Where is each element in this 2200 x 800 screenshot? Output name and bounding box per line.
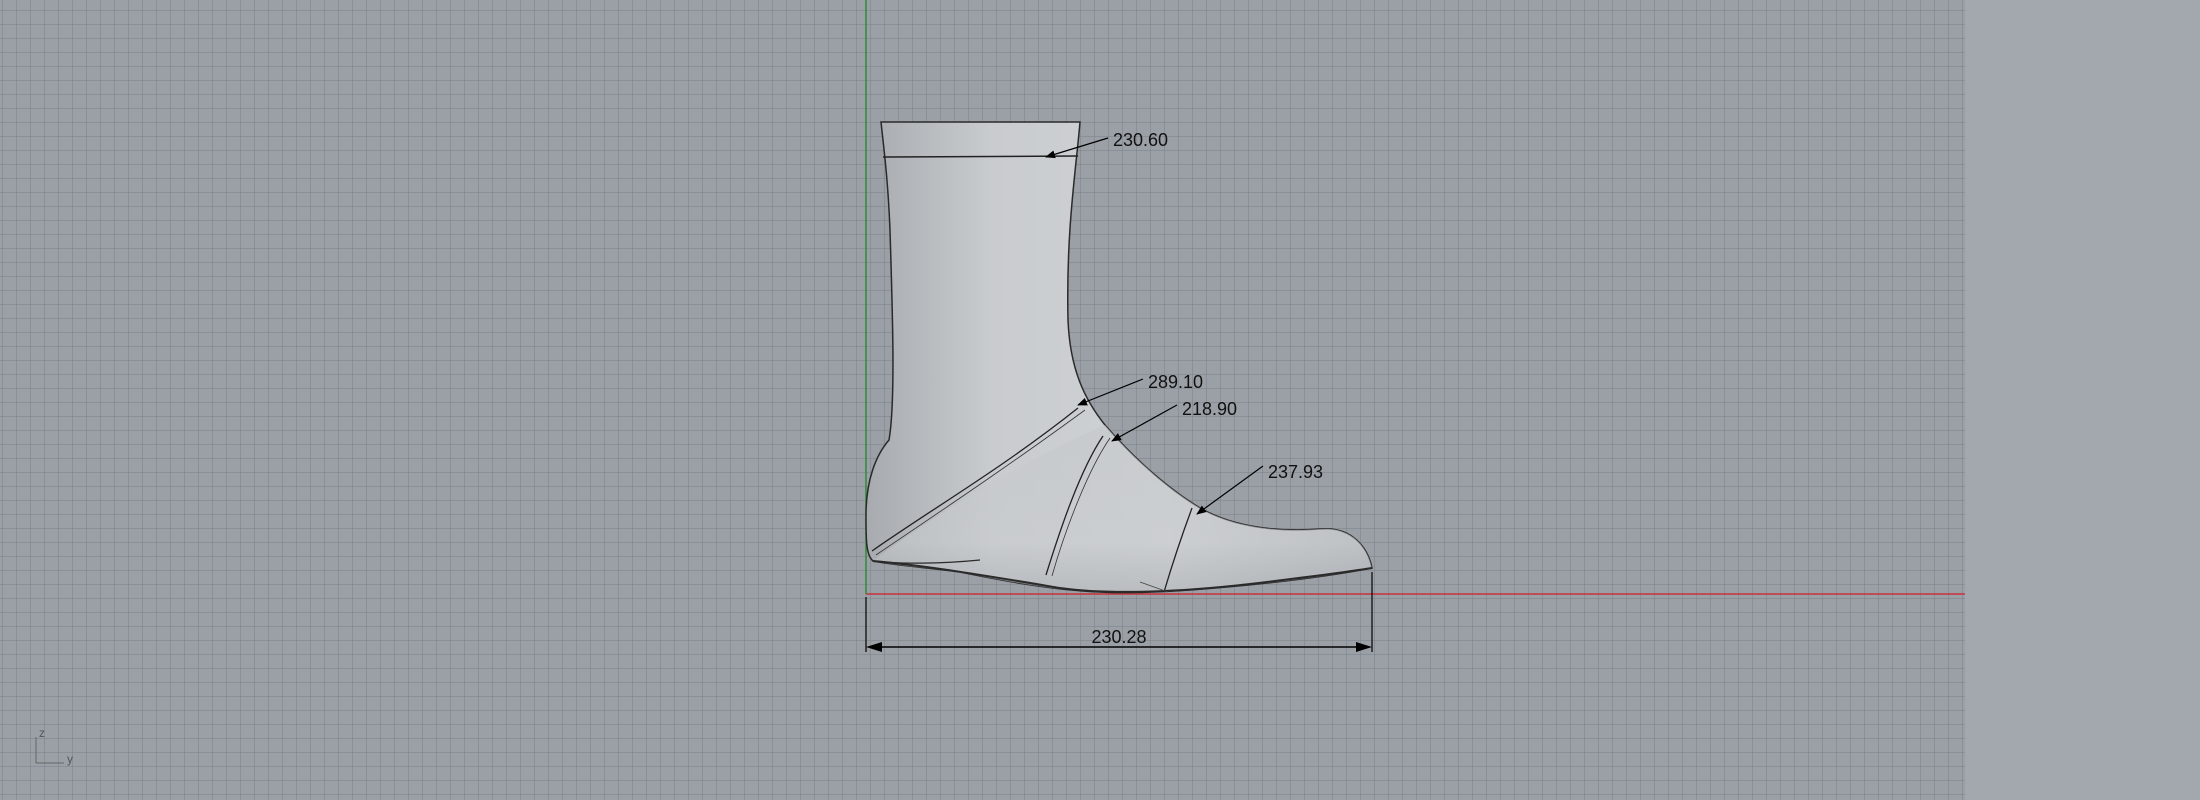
- leader-line: [1111, 404, 1178, 442]
- dimension-waist-girth[interactable]: 218.90: [1111, 399, 1237, 442]
- leader-line: [1196, 465, 1264, 515]
- leader-line: [1077, 378, 1144, 406]
- dimension-label: 230.28: [1091, 627, 1146, 647]
- arrow-right: [1356, 642, 1372, 652]
- viewport-scene: 230.60 289.10 218.90 237.93 230.28 z y: [35, 0, 1965, 766]
- dimension-ball-girth[interactable]: 237.93: [1196, 462, 1323, 515]
- gizmo-vertical-label: z: [39, 726, 45, 740]
- gizmo-horizontal-label: y: [67, 752, 73, 766]
- dimension-label: 218.90: [1182, 399, 1237, 419]
- dimension-label: 289.10: [1148, 372, 1203, 392]
- side-panel: [1965, 0, 2200, 800]
- dimension-label: 230.60: [1113, 130, 1168, 150]
- sock-last-model[interactable]: [865, 121, 1373, 594]
- rhino-viewport[interactable]: 230.60 289.10 218.90 237.93 230.28 z y: [0, 0, 1965, 800]
- dimension-label: 237.93: [1268, 462, 1323, 482]
- axis-gizmo: z y: [35, 726, 73, 766]
- arrow-left: [866, 642, 882, 652]
